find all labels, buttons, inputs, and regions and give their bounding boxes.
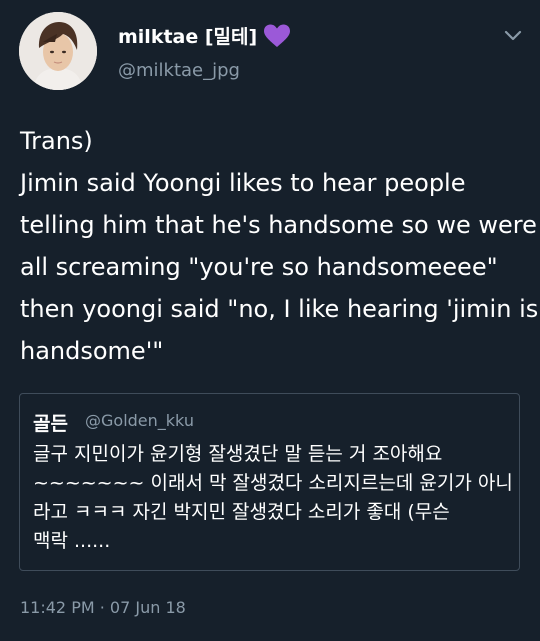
tweet-text-line: Trans) bbox=[20, 127, 93, 155]
quoted-tweet-card[interactable]: 골든 @Golden_kku 글구 지민이가 윤기형 잘생겼단 말 듣는 거 조… bbox=[19, 393, 520, 571]
author-handle[interactable]: @milktae_jpg bbox=[118, 60, 240, 81]
chevron-down-icon[interactable] bbox=[500, 24, 526, 46]
author-name-row[interactable]: milktae [밀테] bbox=[118, 22, 291, 49]
avatar-image bbox=[19, 12, 97, 90]
quoted-text-line: 글구 지민이가 윤기형 잘생겼단 말 듣는 거 조아해요 bbox=[33, 443, 443, 465]
quoted-author-name: 골든 bbox=[33, 413, 68, 435]
quoted-tweet-text: 글구 지민이가 윤기형 잘생겼단 말 듣는 거 조아해요 ~~~~~~~ 이래서… bbox=[33, 440, 513, 556]
tweet-text-line: handsome'" bbox=[20, 337, 164, 365]
quoted-text-line: 맥락 ...... bbox=[33, 530, 111, 552]
tweet-text-line: telling him that he's handsome so we wer… bbox=[20, 211, 537, 239]
tweet-text: Trans) Jimin said Yoongi likes to hear p… bbox=[20, 120, 539, 372]
tweet: milktae [밀테] @milktae_jpg Trans) Jimin s… bbox=[0, 0, 540, 641]
quoted-author-handle: @Golden_kku bbox=[85, 411, 194, 430]
tweet-timestamp[interactable]: 11:42 PM · 07 Jun 18 bbox=[20, 598, 186, 617]
author-display-name[interactable]: milktae [밀테] bbox=[118, 22, 257, 49]
tweet-text-line: all screaming "you're so handsomeeee" bbox=[20, 253, 498, 281]
purple-heart-icon bbox=[263, 24, 291, 48]
tweet-text-line: then yoongi said "no, I like hearing 'ji… bbox=[20, 295, 539, 323]
quoted-text-line: ~~~~~~~ 이래서 막 잘생겼다 소리지르는데 윤기가 아니 bbox=[33, 472, 513, 494]
avatar[interactable] bbox=[19, 12, 97, 90]
tweet-text-line: Jimin said Yoongi likes to hear people bbox=[20, 169, 466, 197]
quoted-text-line: 라고 ㅋㅋㅋ 자긴 박지민 잘생겼다 소리가 좋대 (무슨 bbox=[33, 501, 450, 523]
